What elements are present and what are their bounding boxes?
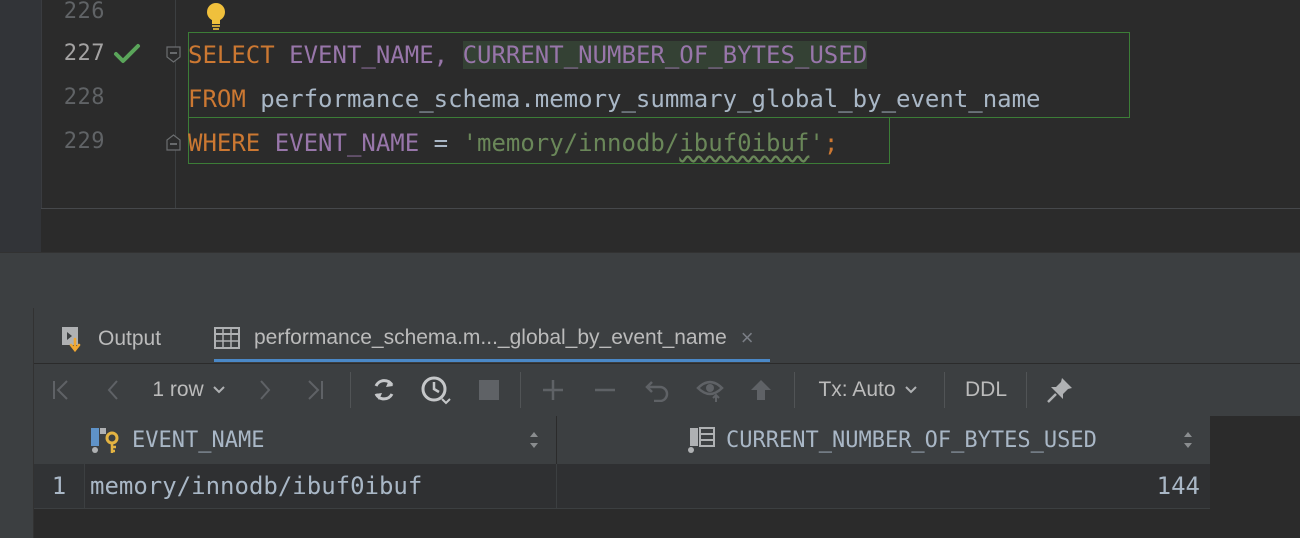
next-page-icon[interactable] <box>250 364 280 416</box>
string-literal: ' <box>809 129 824 157</box>
result-tabs: Output performance_schema.m..._global_by… <box>34 308 1300 364</box>
comma: , <box>433 41 449 69</box>
sort-icon[interactable] <box>528 428 540 452</box>
line-number: 227 <box>63 41 105 66</box>
editor-blank-area[interactable] <box>41 209 1300 252</box>
output-icon <box>60 325 84 353</box>
column-ref: EVENT_NAME <box>274 129 420 157</box>
chevron-down-icon <box>212 386 225 394</box>
sort-icon[interactable] <box>1182 428 1194 452</box>
toolbar-separator <box>794 372 795 408</box>
toolbar-separator <box>1026 372 1027 408</box>
toolbar-separator <box>520 372 521 408</box>
code-line-229[interactable]: WHERE EVENT_NAME = 'memory/innodb/ibuf0i… <box>188 129 838 157</box>
cell-bytes-used[interactable]: 144 <box>564 464 1200 508</box>
column-divider[interactable] <box>556 416 557 464</box>
add-row-icon[interactable] <box>538 364 568 416</box>
ddl-label: DDL <box>964 378 1007 401</box>
column-header-label: CURRENT_NUMBER_OF_BYTES_USED <box>726 427 1097 453</box>
services-tool-window: Output performance_schema.m..._global_by… <box>0 308 1300 538</box>
semicolon: ; <box>823 129 839 157</box>
cell-event-name[interactable]: memory/innodb/ibuf0ibuf <box>90 464 550 508</box>
chevron-down-icon <box>904 386 917 394</box>
query-history-icon[interactable] <box>418 364 454 416</box>
column-icon <box>686 426 716 454</box>
column-ref-highlighted: CURRENT_NUMBER_OF_BYTES_USED <box>462 41 868 69</box>
column-header-current-number-of-bytes-used[interactable]: CURRENT_NUMBER_OF_BYTES_USED <box>686 416 1206 464</box>
editor-side-strip <box>0 0 42 252</box>
stop-icon[interactable] <box>474 364 504 416</box>
line-number: 226 <box>63 0 105 24</box>
cell-divider <box>84 464 85 508</box>
string-literal-typo: ibuf0ibuf <box>679 129 810 157</box>
ddl-button[interactable]: DDL <box>956 364 1016 416</box>
previous-page-icon[interactable] <box>98 364 128 416</box>
fold-start-icon[interactable] <box>166 46 181 63</box>
tab-output[interactable]: Output <box>60 316 161 362</box>
fold-end-icon[interactable] <box>166 134 181 151</box>
code-line-227[interactable]: SELECT EVENT_NAME, CURRENT_NUMBER_OF_BYT… <box>188 41 868 69</box>
operator: = <box>433 129 449 157</box>
cell-divider <box>556 464 557 508</box>
column-header-label: EVENT_NAME <box>132 427 265 453</box>
submit-icon[interactable] <box>746 364 776 416</box>
table-ref: performance_schema.memory_summary_global… <box>260 85 1041 113</box>
table-icon <box>214 326 240 349</box>
pin-tab-icon[interactable] <box>1042 364 1078 416</box>
last-page-icon[interactable] <box>300 364 330 416</box>
line-number: 228 <box>63 85 105 110</box>
intention-lightbulb-icon[interactable] <box>203 1 229 31</box>
code-line-228[interactable]: FROM performance_schema.memory_summary_g… <box>188 85 1041 113</box>
execution-success-check-icon <box>114 44 140 63</box>
transaction-mode-dropdown[interactable]: Tx: Auto <box>812 364 924 416</box>
splitter[interactable] <box>0 252 1300 310</box>
keyword: FROM <box>188 85 246 113</box>
row-number[interactable]: 1 <box>34 464 84 508</box>
result-toolbar: 1 row Tx: Auto DDL <box>34 364 1300 416</box>
first-page-icon[interactable] <box>46 364 76 416</box>
tab-label: performance_schema.m..._global_by_event_… <box>254 325 727 349</box>
primary-key-column-icon <box>90 426 124 454</box>
column-header-event-name[interactable]: EVENT_NAME <box>90 416 550 464</box>
keyword: WHERE <box>188 129 261 157</box>
grid-header: EVENT_NAME CURRENT_NUMBER_OF_BYTES_USED <box>34 416 1210 465</box>
result-grid[interactable]: EVENT_NAME CURRENT_NUMBER_OF_BYTES_USED <box>34 416 1300 538</box>
keyword: SELECT <box>188 41 275 69</box>
delete-row-icon[interactable] <box>590 364 620 416</box>
column-ref: EVENT_NAME <box>289 41 434 69</box>
tx-mode-label: Tx: Auto <box>818 378 896 401</box>
string-literal: 'memory/innodb/ <box>462 129 680 157</box>
line-number: 229 <box>63 129 105 154</box>
tab-result-table[interactable]: performance_schema.m..._global_by_event_… <box>214 316 770 362</box>
editor-gutter: 226 227 228 229 <box>41 0 225 208</box>
close-tab-icon[interactable]: × <box>741 325 754 351</box>
row-count-label: 1 row <box>152 378 204 401</box>
tool-window-side-strip <box>0 308 34 538</box>
toolbar-separator <box>944 372 945 408</box>
row-count-dropdown[interactable]: 1 row <box>146 364 232 416</box>
fold-guide <box>175 0 176 208</box>
tab-label: Output <box>98 327 162 350</box>
preview-changes-icon[interactable] <box>694 364 728 416</box>
grid-empty-area <box>1210 416 1300 538</box>
refresh-icon[interactable] <box>368 364 400 416</box>
toolbar-separator <box>350 372 351 408</box>
sql-editor[interactable]: 226 227 228 229 SELECT EVENT_NAME, CURRE… <box>0 0 1300 252</box>
revert-icon[interactable] <box>642 364 672 416</box>
